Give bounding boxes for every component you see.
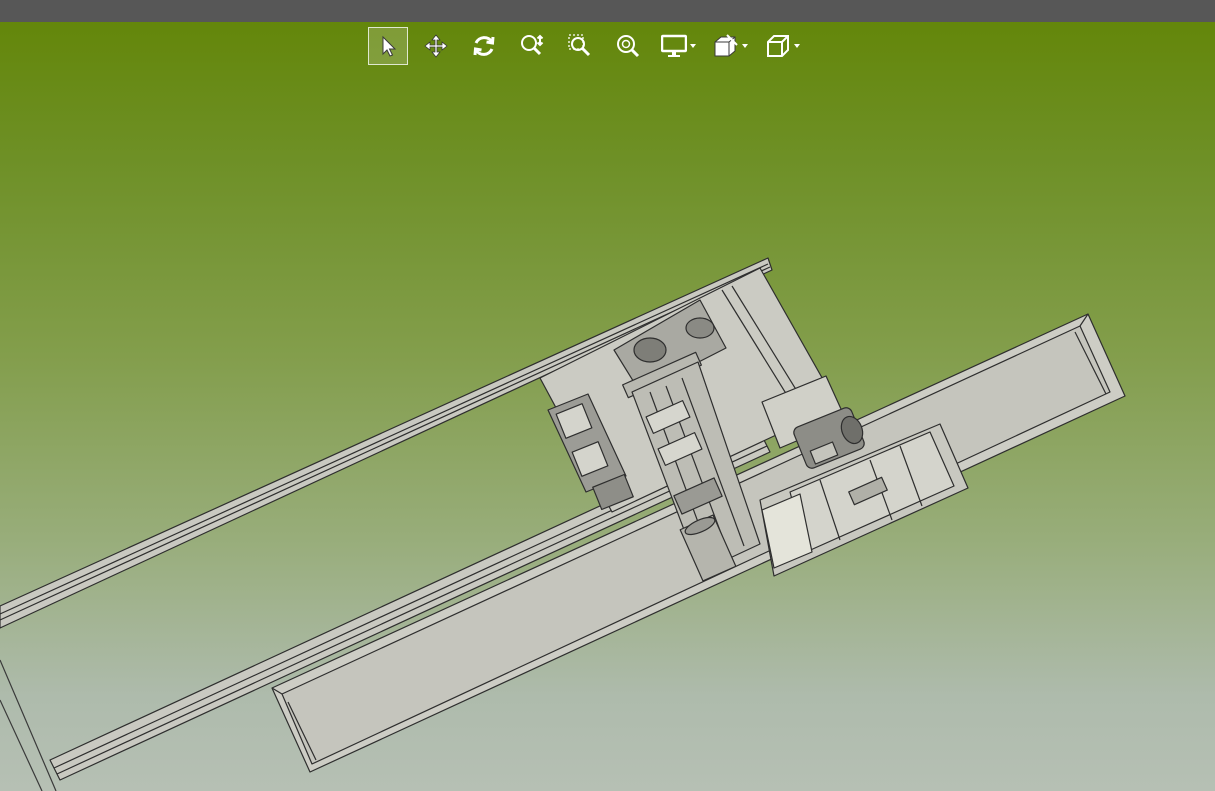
title-bar bbox=[0, 0, 1215, 22]
rotate-tool-button[interactable] bbox=[464, 27, 504, 65]
view-toolbar bbox=[368, 26, 812, 66]
offscreen-fixture bbox=[0, 659, 57, 791]
zoom-window-button[interactable] bbox=[560, 27, 600, 65]
section-box-icon bbox=[714, 34, 738, 57]
3d-viewport[interactable] bbox=[0, 22, 1215, 791]
zoom-fit-icon bbox=[617, 35, 640, 58]
cad-assembly-model[interactable] bbox=[0, 257, 1126, 781]
select-arrow-icon bbox=[382, 35, 397, 57]
view-orientation-button[interactable] bbox=[760, 27, 804, 65]
pan-icon bbox=[424, 34, 448, 58]
chevron-down-icon bbox=[690, 44, 696, 48]
pan-tool-button[interactable] bbox=[416, 27, 456, 65]
zoom-dynamic-button[interactable] bbox=[512, 27, 552, 65]
display-mode-button[interactable] bbox=[656, 27, 700, 65]
select-tool-button[interactable] bbox=[368, 27, 408, 65]
zoom-window-icon bbox=[568, 34, 591, 57]
zoom-fit-button[interactable] bbox=[608, 27, 648, 65]
chevron-down-icon bbox=[742, 44, 748, 48]
display-monitor-icon bbox=[661, 34, 687, 57]
zoom-dynamic-icon bbox=[521, 34, 544, 56]
rotate-icon bbox=[473, 36, 495, 56]
chevron-down-icon bbox=[794, 44, 800, 48]
section-view-button[interactable] bbox=[708, 27, 752, 65]
view-cube-icon bbox=[767, 35, 789, 57]
